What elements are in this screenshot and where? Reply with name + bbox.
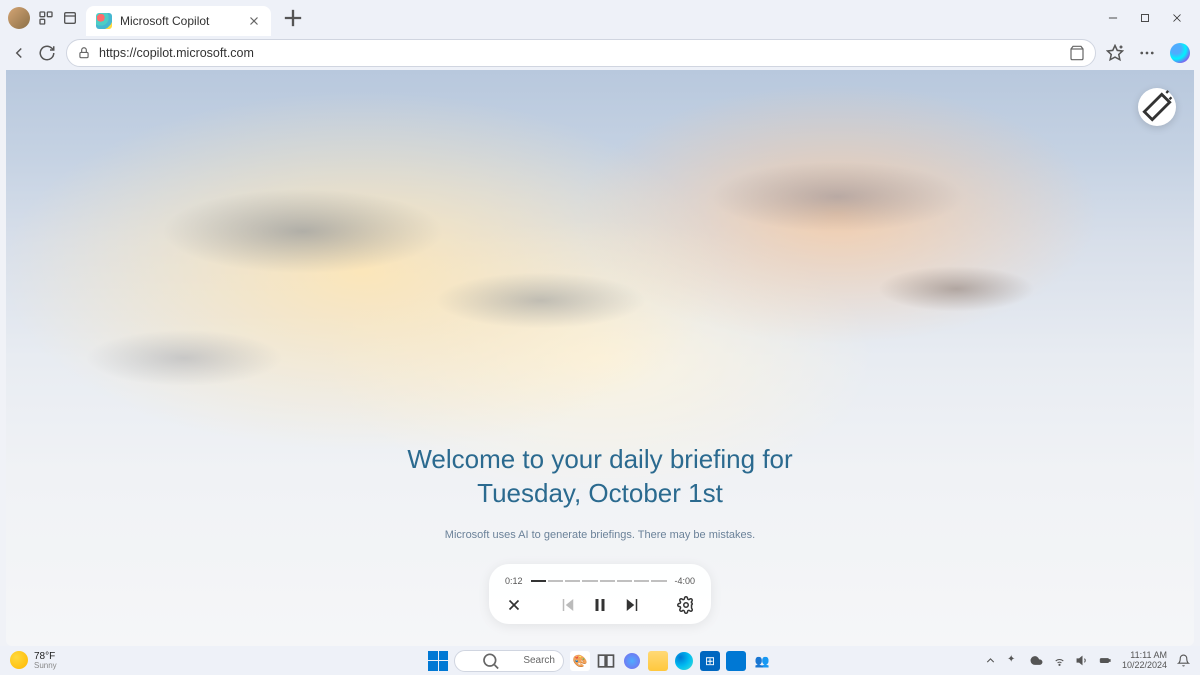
site-lock-icon[interactable] <box>77 46 91 60</box>
weather-condition: Sunny <box>34 662 57 671</box>
app-file-explorer[interactable] <box>648 651 668 671</box>
workspaces-icon[interactable] <box>38 10 54 26</box>
weather-widget[interactable]: 78°F Sunny <box>10 651 57 671</box>
player-controls <box>505 596 695 614</box>
tab-actions-icon[interactable] <box>62 10 78 26</box>
next-track-button[interactable] <box>623 596 641 614</box>
browser-toolbar <box>1106 43 1190 63</box>
new-tab-button[interactable] <box>279 4 307 32</box>
copilot-button[interactable] <box>1170 43 1190 63</box>
page-content: Welcome to your daily briefing for Tuesd… <box>6 70 1194 646</box>
tab-title: Microsoft Copilot <box>120 14 239 28</box>
app-teams[interactable]: 👥 <box>752 651 772 671</box>
system-clock[interactable]: 11:11 AM 10/22/2024 <box>1122 651 1167 671</box>
magic-wand-button[interactable] <box>1138 88 1176 126</box>
system-tray: ✦ 11:11 AM 10/22/2024 <box>984 651 1190 671</box>
tray-battery-icon[interactable] <box>1099 654 1112 667</box>
window-controls <box>1106 11 1192 25</box>
briefing-heading: Welcome to your daily briefing for Tuesd… <box>6 443 1194 541</box>
close-player-button[interactable] <box>505 596 523 614</box>
tray-volume-icon[interactable] <box>1076 654 1089 667</box>
profile-avatar[interactable] <box>8 7 30 29</box>
browser-tab[interactable]: Microsoft Copilot <box>86 6 271 36</box>
copilot-favicon-icon <box>96 13 112 29</box>
app-store[interactable]: ⊞ <box>700 651 720 671</box>
clock-date: 10/22/2024 <box>1122 661 1167 671</box>
app-outlook[interactable] <box>726 651 746 671</box>
tray-wifi-icon[interactable] <box>1053 654 1066 667</box>
app-copilot-emoji[interactable]: 🎨 <box>570 651 590 671</box>
favorites-button[interactable] <box>1106 44 1124 62</box>
briefing-title-line1: Welcome to your daily briefing for <box>6 443 1194 477</box>
tab-close-button[interactable] <box>247 14 261 28</box>
taskbar-search[interactable]: Search <box>454 650 564 672</box>
address-bar-row: https://copilot.microsoft.com <box>0 36 1200 70</box>
app-edge[interactable] <box>674 651 694 671</box>
back-button[interactable] <box>10 44 28 62</box>
minimize-button[interactable] <box>1106 11 1120 25</box>
progress-row: 0:12 -4:00 <box>505 576 695 586</box>
player-settings-button[interactable] <box>677 596 695 614</box>
tray-copilot-icon[interactable]: ✦ <box>1007 654 1020 667</box>
url-text: https://copilot.microsoft.com <box>99 46 1061 60</box>
pause-button[interactable] <box>591 596 609 614</box>
elapsed-time: 0:12 <box>505 576 523 586</box>
remaining-time: -4:00 <box>674 576 695 586</box>
windows-taskbar: 78°F Sunny Search 🎨 ⊞ 👥 ✦ 11:11 AM 10/22… <box>0 646 1200 675</box>
audio-player: 0:12 -4:00 <box>489 564 711 624</box>
app-copilot[interactable] <box>622 651 642 671</box>
app-task-view[interactable] <box>596 651 616 671</box>
sun-icon <box>10 651 28 669</box>
tray-onedrive-icon[interactable] <box>1030 654 1043 667</box>
briefing-title-line2: Tuesday, October 1st <box>6 477 1194 511</box>
browser-tab-strip: Microsoft Copilot <box>0 0 1200 36</box>
maximize-button[interactable] <box>1138 11 1152 25</box>
tray-chevron-icon[interactable] <box>984 654 997 667</box>
shopping-icon[interactable] <box>1069 45 1085 61</box>
previous-track-button[interactable] <box>559 596 577 614</box>
search-placeholder: Search <box>523 655 555 666</box>
address-bar[interactable]: https://copilot.microsoft.com <box>66 39 1096 67</box>
refresh-button[interactable] <box>38 44 56 62</box>
briefing-disclaimer: Microsoft uses AI to generate briefings.… <box>6 529 1194 541</box>
progress-track[interactable] <box>531 580 667 582</box>
menu-button[interactable] <box>1138 44 1156 62</box>
water-ripples <box>6 70 1194 646</box>
taskbar-center: Search 🎨 ⊞ 👥 <box>428 650 772 672</box>
close-window-button[interactable] <box>1170 11 1184 25</box>
tray-notifications-icon[interactable] <box>1177 654 1190 667</box>
start-button[interactable] <box>428 651 448 671</box>
weather-temp: 78°F <box>34 651 57 662</box>
